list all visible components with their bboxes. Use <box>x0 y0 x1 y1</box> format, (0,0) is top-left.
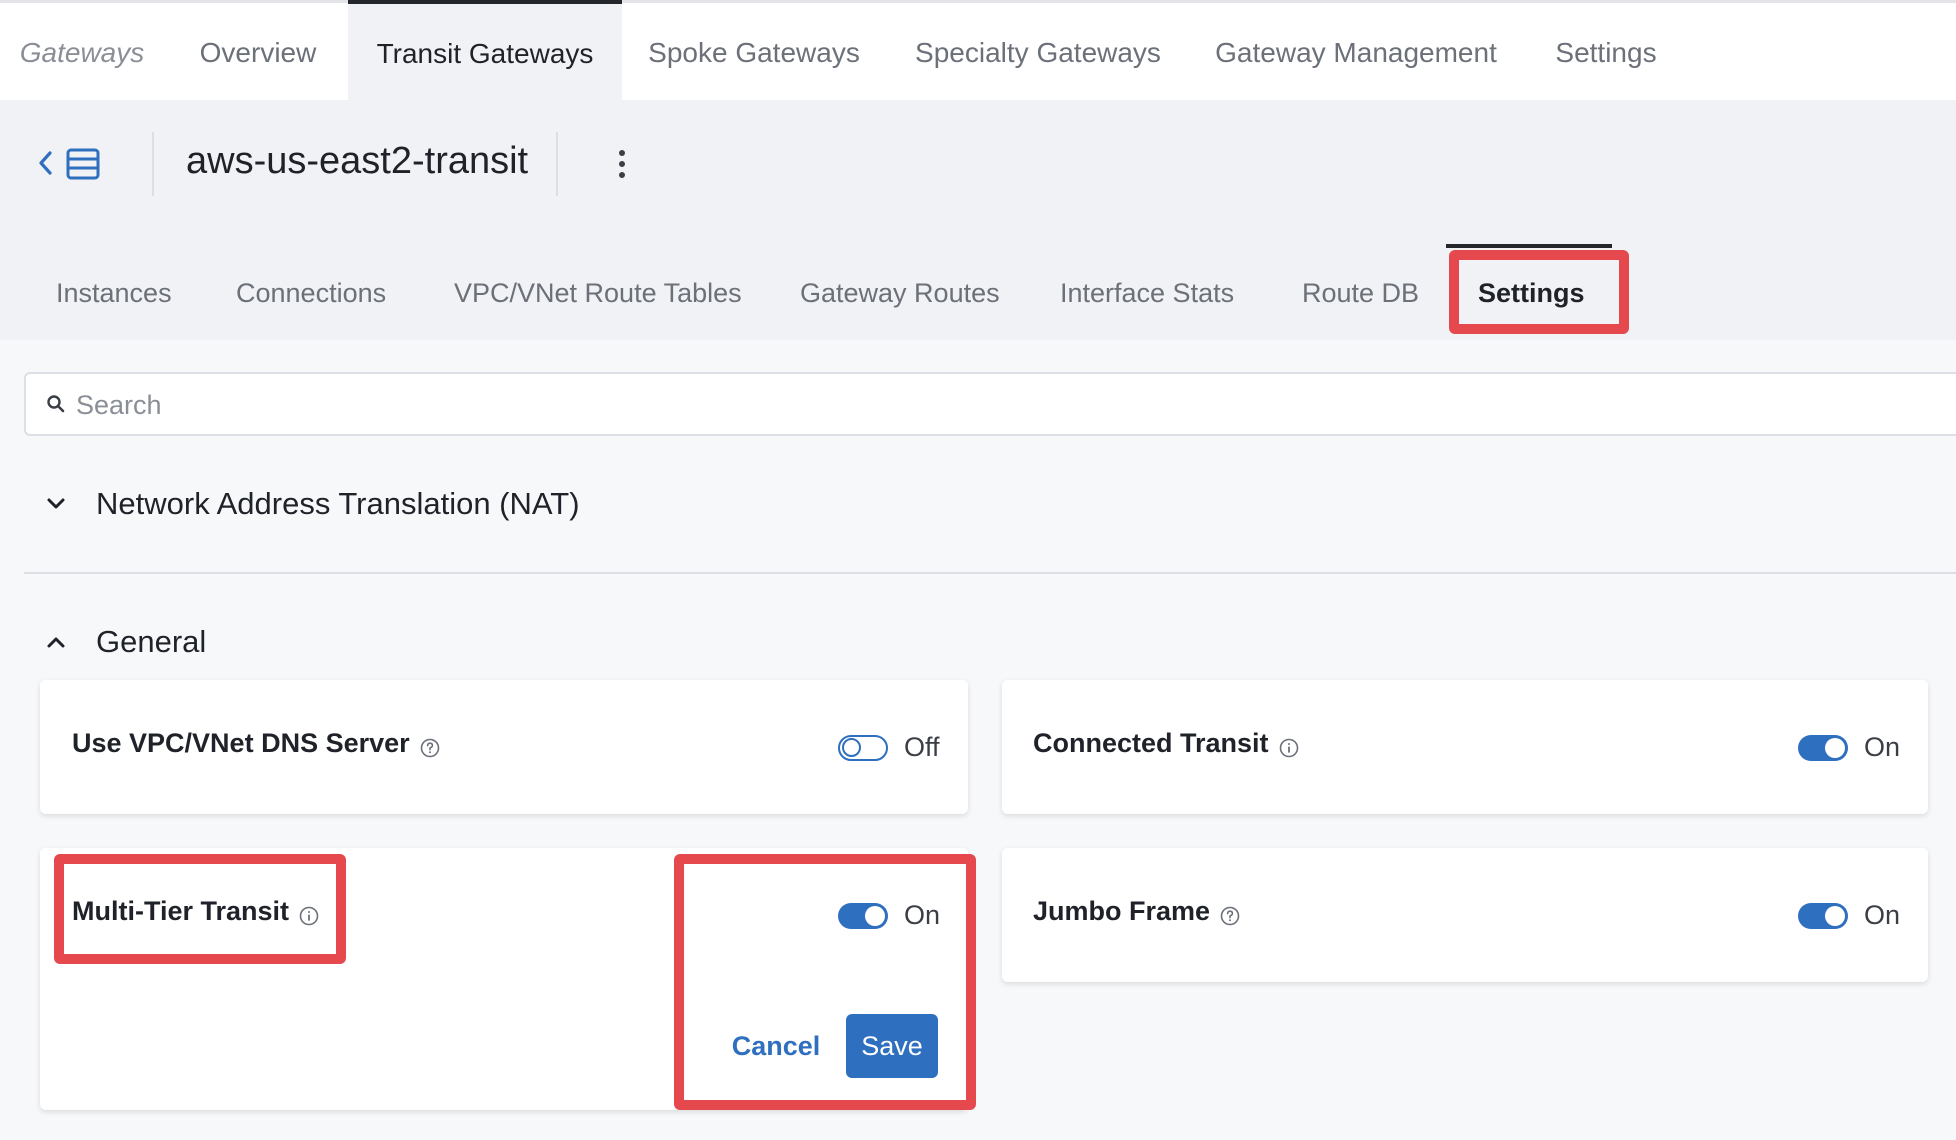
section-general-title: General <box>96 624 207 659</box>
highlight-box-settings-tab <box>1449 250 1629 334</box>
gateway-title: aws-us-east2-transit <box>186 140 529 182</box>
search-icon <box>46 394 66 414</box>
help-circle-icon[interactable] <box>1220 902 1240 925</box>
toggle-vpc-dns[interactable]: Off <box>838 732 940 763</box>
subtab-vpc-vnet-route-tables[interactable]: VPC/VNet Route Tables <box>454 268 742 318</box>
section-divider <box>24 572 1956 574</box>
toggle-switch[interactable] <box>1798 902 1848 929</box>
top-nav: Gateways Overview Transit Gateways Spoke… <box>0 0 1956 103</box>
nav-brand: Gateways <box>19 37 145 68</box>
subtab-route-db[interactable]: Route DB <box>1302 268 1419 318</box>
highlight-box-toggle-and-actions <box>674 854 976 1110</box>
nav-tab-settings[interactable]: Settings <box>1534 3 1678 103</box>
nav-tab-gateway-management[interactable]: Gateway Management <box>1208 3 1504 103</box>
more-options-icon[interactable] <box>612 146 632 182</box>
toggle-state-label: Off <box>904 732 940 762</box>
subtab-interface-stats[interactable]: Interface Stats <box>1060 268 1234 318</box>
setting-label-connected-transit: Connected Transit <box>1033 728 1299 759</box>
section-general-header[interactable]: General <box>44 624 206 660</box>
setting-label-jumbo-frame: Jumbo Frame <box>1033 896 1240 927</box>
header-divider <box>152 132 154 196</box>
subtab-connections[interactable]: Connections <box>236 268 386 318</box>
nav-tab-specialty-gateways[interactable]: Specialty Gateways <box>900 3 1176 103</box>
subtab-instances[interactable]: Instances <box>56 268 172 318</box>
toggle-switch[interactable] <box>1798 734 1848 761</box>
setting-label-vpc-dns: Use VPC/VNet DNS Server <box>72 728 440 759</box>
section-nat-header[interactable]: Network Address Translation (NAT) <box>44 486 580 522</box>
toggle-switch[interactable] <box>838 734 888 761</box>
toggle-state-label: On <box>1864 900 1901 930</box>
list-view-icon[interactable] <box>66 148 100 180</box>
nav-tab-transit-gateways[interactable]: Transit Gateways <box>348 0 622 103</box>
toggle-state-label: On <box>1864 732 1901 762</box>
toggle-jumbo-frame[interactable]: On <box>1798 900 1900 931</box>
search-bar <box>24 372 1956 436</box>
chevron-up-icon <box>44 630 68 654</box>
toggle-connected-transit[interactable]: On <box>1798 732 1900 763</box>
subtab-gateway-routes[interactable]: Gateway Routes <box>800 268 1000 318</box>
highlight-box-multi-tier-label <box>54 854 346 964</box>
active-subtab-indicator <box>1446 244 1612 248</box>
info-circle-icon[interactable] <box>1279 734 1299 757</box>
nav-tab-spoke-gateways[interactable]: Spoke Gateways <box>636 3 872 103</box>
section-nat-title: Network Address Translation (NAT) <box>96 486 580 521</box>
help-circle-icon[interactable] <box>420 734 440 757</box>
back-chevron-icon[interactable] <box>34 148 56 178</box>
chevron-down-icon <box>44 492 68 516</box>
nav-tab-overview[interactable]: Overview <box>180 3 336 103</box>
search-input[interactable] <box>76 384 876 426</box>
header-divider <box>556 132 558 196</box>
